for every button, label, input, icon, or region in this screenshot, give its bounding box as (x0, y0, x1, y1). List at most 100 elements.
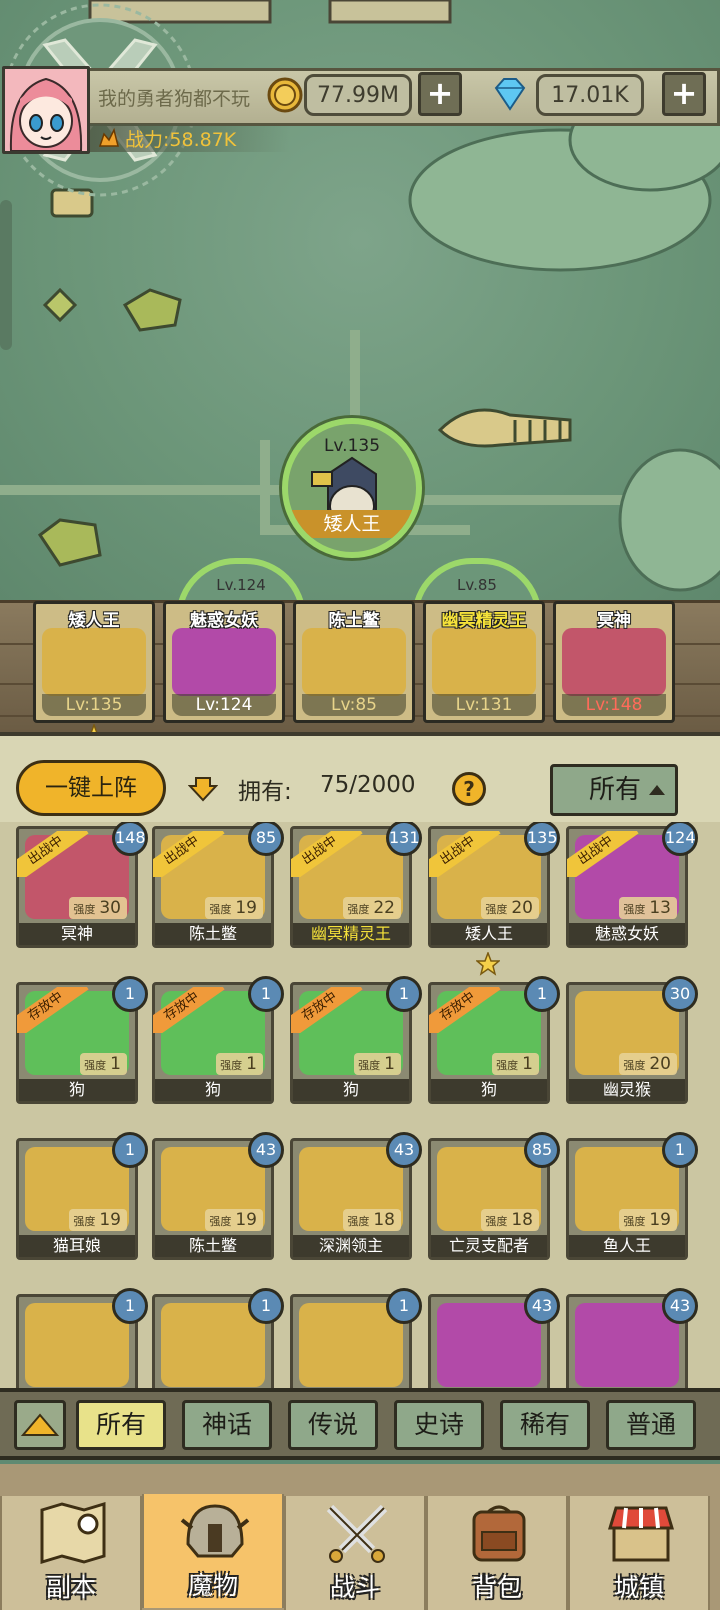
ribbon-label: 出战中 (17, 831, 89, 877)
level-badge: 1 (386, 1288, 422, 1324)
monster-portrait (437, 1303, 541, 1387)
team-slot-name: 魅惑女妖 (190, 611, 258, 631)
level-badge: 124 (662, 822, 698, 856)
level-badge: 1 (112, 976, 148, 1012)
level-badge: 43 (524, 1288, 560, 1324)
strength-label: 强度 (220, 1059, 243, 1072)
team-node-level: Lv.124 (216, 576, 266, 594)
strength-tag: 强度 1 (354, 1053, 401, 1075)
gold-amount: 77.99M (304, 74, 412, 116)
filter-mythic[interactable]: 神话 (182, 1400, 272, 1450)
monster-name: 陈土鳖 (155, 1235, 271, 1257)
sort-dropdown[interactable]: 所有 (550, 764, 678, 816)
monster-name: 幽灵猴 (569, 1079, 685, 1101)
selected-monster-node[interactable]: Lv.135 矮人王 (282, 418, 422, 558)
level-badge: 43 (386, 1132, 422, 1168)
nav-monsters[interactable]: 魔物 (142, 1494, 284, 1608)
helmet-icon (180, 1504, 250, 1558)
level-badge: 148 (112, 822, 148, 856)
team-slot-1[interactable]: 矮人王 Lv:135 (33, 601, 155, 723)
filter-rare[interactable]: 稀有 (500, 1400, 590, 1450)
nav-label: 副本 (45, 1573, 96, 1602)
strength-tag: 强度 19 (69, 1209, 127, 1231)
add-gold-button[interactable]: + (418, 72, 462, 116)
player-avatar[interactable] (2, 66, 90, 154)
strength-label: 强度 (84, 1059, 107, 1072)
auto-deploy-button[interactable]: 一键上阵 (16, 760, 166, 816)
team-node-level: Lv.85 (457, 576, 497, 594)
strength-tag: 强度 13 (619, 897, 677, 919)
team-slot-name: 幽冥精灵王 (441, 611, 527, 631)
filter-legendary[interactable]: 传说 (288, 1400, 378, 1450)
filter-epic[interactable]: 史诗 (394, 1400, 484, 1450)
nav-label: 背包 (471, 1573, 522, 1602)
strength-value: 1 (522, 1054, 533, 1074)
filter-all[interactable]: 所有 (76, 1400, 166, 1450)
strength-tag: 强度 22 (343, 897, 401, 919)
filter-common[interactable]: 普通 (606, 1400, 696, 1450)
collapse-button[interactable] (14, 1400, 66, 1450)
strength-tag: 强度 1 (492, 1053, 539, 1075)
strength-value: 19 (99, 1210, 121, 1230)
monster-portrait (161, 1303, 265, 1387)
in-battle-ribbon: 出战中 (153, 831, 227, 877)
level-badge: 1 (386, 976, 422, 1012)
help-icon[interactable]: ? (452, 772, 486, 806)
leader-star-icon (476, 952, 500, 976)
nav-battle[interactable]: 战斗 (284, 1496, 426, 1610)
player-name: 我的勇者狗都不玩 (98, 88, 251, 110)
strength-tag: 强度 19 (205, 897, 263, 919)
monster-name: 狗 (155, 1079, 271, 1101)
shop-icon (607, 1506, 675, 1562)
strength-value: 30 (99, 898, 121, 918)
ribbon-label: 存放中 (429, 987, 501, 1033)
team-slot-name: 陈土鳖 (328, 611, 380, 631)
team-slot-name: 矮人王 (68, 611, 120, 631)
strength-value: 20 (649, 1054, 671, 1074)
strength-tag: 强度 1 (216, 1053, 263, 1075)
selected-name: 矮人王 (288, 510, 416, 538)
monster-name: 猫耳娘 (19, 1235, 135, 1257)
strength-tag: 强度 18 (481, 1209, 539, 1231)
nav-label: 魔物 (187, 1571, 238, 1600)
nav-backpack[interactable]: 背包 (426, 1496, 568, 1610)
nav-label: 战斗 (329, 1573, 380, 1602)
team-slot-3[interactable]: 陈土鳖 Lv:85 (293, 601, 415, 723)
ribbon-label: 存放中 (291, 987, 363, 1033)
team-slot-name: 冥神 (597, 611, 631, 631)
monster-portrait (25, 1303, 129, 1387)
owned-label: 拥有: (238, 779, 292, 805)
strength-label: 强度 (73, 903, 96, 916)
strength-value: 20 (511, 898, 533, 918)
strength-value: 1 (110, 1054, 121, 1074)
down-arrow-icon[interactable] (188, 776, 218, 802)
team-slot-4[interactable]: 幽冥精灵王 Lv:131 (423, 601, 545, 723)
nav-town[interactable]: 城镇 (568, 1496, 710, 1610)
in-battle-ribbon: 出战中 (429, 831, 503, 877)
team-slot-2[interactable]: 魅惑女妖 Lv:124 (163, 601, 285, 723)
team-slot-level: Lv:148 (562, 694, 666, 716)
add-gem-button[interactable]: + (662, 72, 706, 116)
level-badge: 1 (112, 1288, 148, 1324)
nav-dungeon[interactable]: 副本 (0, 1496, 142, 1610)
team-slot-level: Lv:135 (42, 694, 146, 716)
stored-ribbon: 存放中 (291, 987, 365, 1033)
level-badge: 85 (248, 822, 284, 856)
stored-ribbon: 存放中 (429, 987, 503, 1033)
team-slot-5[interactable]: 冥神 Lv:148 (553, 601, 675, 723)
level-badge: 85 (524, 1132, 560, 1168)
monster-name: 矮人王 (431, 923, 547, 945)
monster-name: 亡灵支配者 (431, 1235, 547, 1257)
sort-label: 所有 (589, 775, 642, 805)
level-badge: 1 (248, 976, 284, 1012)
nav-label: 城镇 (613, 1573, 664, 1602)
team-portrait (432, 628, 536, 696)
player-header: 我的勇者狗都不玩 77.99M + 17.01K + 战力:58.87K (0, 64, 720, 156)
power-icon (98, 128, 119, 147)
ribbon-label: 存放中 (153, 987, 225, 1033)
level-badge: 43 (662, 1288, 698, 1324)
monster-portrait (299, 1303, 403, 1387)
level-badge: 131 (386, 822, 422, 856)
ribbon-label: 出战中 (153, 831, 225, 877)
team-portrait (562, 628, 666, 696)
